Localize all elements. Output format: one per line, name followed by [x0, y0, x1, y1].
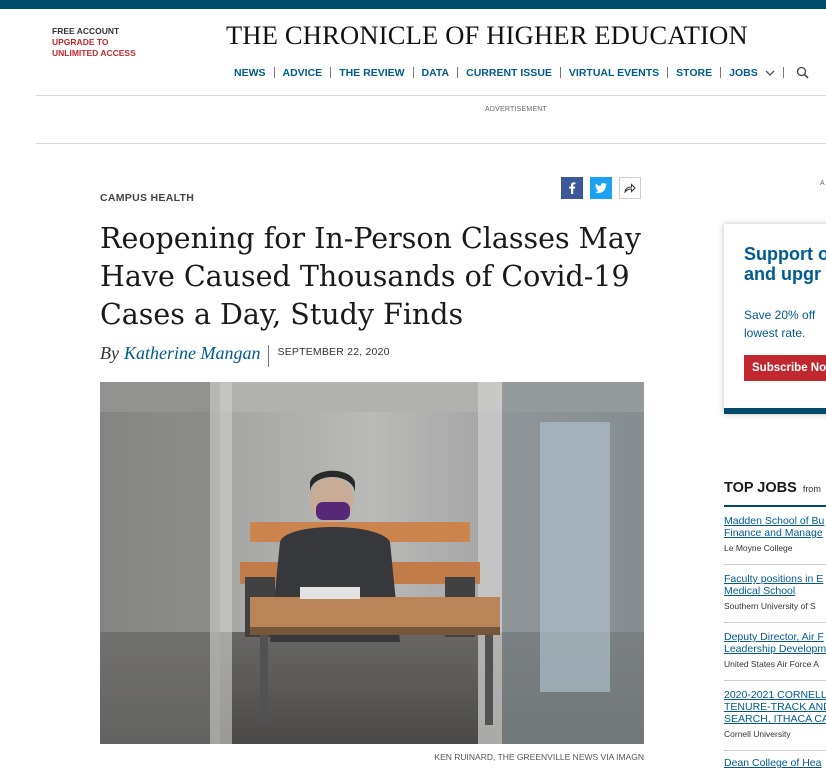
nav-divider: [330, 67, 332, 78]
job-title-line[interactable]: 2020-2021 CORNELL: [724, 689, 826, 701]
nav-divider: [782, 67, 784, 78]
nav-store[interactable]: STORE: [676, 67, 712, 79]
nav-virtual-events[interactable]: VIRTUAL EVENTS: [569, 67, 659, 79]
subscribe-button[interactable]: Subscribe No: [744, 355, 826, 381]
nav-data[interactable]: DATA: [422, 67, 450, 79]
article-photo: [100, 382, 644, 744]
job-divider: [724, 622, 826, 623]
promo-heading-line2: and upgr: [744, 264, 821, 284]
upgrade-link[interactable]: UPGRADE TO: [52, 37, 136, 48]
publish-date: SEPTEMBER 22, 2020: [277, 346, 390, 358]
share-more-button[interactable]: [619, 177, 641, 199]
nav-divider: [457, 67, 459, 78]
promo-heading: Support o and upgr: [744, 244, 826, 284]
ad-label: ADVERTISEMENT: [485, 106, 547, 113]
promo-heading-line1: Support o: [744, 244, 826, 264]
ad-divider: [36, 143, 826, 144]
top-jobs-divider: [724, 505, 826, 507]
nav-jobs[interactable]: JOBS: [729, 67, 758, 79]
chevron-down-icon[interactable]: [765, 68, 775, 78]
facebook-share-button[interactable]: [561, 177, 583, 199]
job-title-line[interactable]: Dean College of Hea: [724, 757, 826, 769]
sidebar-ad-label: A: [820, 180, 825, 187]
byline-divider: [268, 345, 270, 367]
nav-advice[interactable]: ADVICE: [283, 67, 323, 79]
twitter-share-button[interactable]: [590, 177, 612, 199]
job-title-line[interactable]: Faculty positions in E: [724, 573, 826, 585]
nav-divider: [273, 67, 275, 78]
share-icon: [624, 183, 636, 193]
job-divider: [724, 564, 826, 565]
promo-bottom-bar: [724, 408, 826, 414]
top-jobs-heading: TOP JOBS from: [724, 480, 821, 496]
job-employer: United States Air Force A: [724, 659, 819, 669]
search-icon[interactable]: [796, 66, 809, 79]
job-title-line[interactable]: TENURE-TRACK AND: [724, 701, 826, 713]
job-listing[interactable]: Dean College of Hea: [724, 757, 826, 769]
job-employer: Cornell University: [724, 729, 791, 739]
promo-body: Save 20% off lowest rate.: [744, 306, 815, 342]
job-title-line[interactable]: Leadership Developm: [724, 643, 826, 655]
job-listing[interactable]: Faculty positions in E Medical School So…: [724, 573, 826, 611]
free-account-link[interactable]: FREE ACCOUNT: [52, 26, 136, 37]
article-category[interactable]: CAMPUS HEALTH: [100, 192, 194, 204]
job-listing[interactable]: 2020-2021 CORNELL TENURE-TRACK AND SEARC…: [724, 689, 826, 739]
header-divider: [36, 95, 826, 96]
site-masthead[interactable]: THE CHRONICLE OF HIGHER EDUCATION: [226, 20, 748, 51]
byline: By Katherine Mangan SEPTEMBER 22, 2020: [100, 343, 390, 367]
article-headline: Reopening for In-Person Classes May Have…: [100, 222, 641, 331]
top-jobs-title: TOP JOBS: [724, 480, 797, 496]
job-divider: [724, 680, 826, 681]
nav-news[interactable]: NEWS: [234, 67, 266, 79]
job-title-line[interactable]: Madden School of Bu: [724, 515, 826, 527]
job-title-line[interactable]: Deputy Director, Air F: [724, 631, 826, 643]
subscribe-promo: Support o and upgr Save 20% off lowest r…: [724, 224, 826, 414]
top-strip: [0, 0, 826, 9]
promo-body-line2: lowest rate.: [744, 326, 806, 340]
job-listing[interactable]: Deputy Director, Air F Leadership Develo…: [724, 631, 826, 669]
job-title-line[interactable]: Finance and Manage: [724, 527, 826, 539]
job-title-line[interactable]: SEARCH, ITHACA CA: [724, 713, 826, 725]
nav-current-issue[interactable]: CURRENT ISSUE: [466, 67, 552, 79]
nav-divider: [412, 67, 414, 78]
nav-divider: [559, 67, 561, 78]
facebook-icon: [569, 182, 576, 194]
job-listing[interactable]: Madden School of Bu Finance and Manage L…: [724, 515, 826, 553]
job-title-line[interactable]: Medical School: [724, 585, 826, 597]
nav-divider: [720, 67, 722, 78]
photo-credit: KEN RUINARD, THE GREENVILLE NEWS VIA IMA…: [434, 752, 644, 762]
job-divider: [724, 750, 826, 751]
job-employer: Le Moyne College: [724, 543, 793, 553]
top-jobs-from: from: [802, 484, 821, 494]
byline-prefix: By: [100, 343, 119, 363]
twitter-icon: [595, 183, 607, 193]
job-employer: Southern University of S: [724, 601, 816, 611]
nav-the-review[interactable]: THE REVIEW: [339, 67, 404, 79]
author-link[interactable]: Katherine Mangan: [124, 343, 261, 364]
main-nav: NEWS ADVICE THE REVIEW DATA CURRENT ISSU…: [234, 66, 809, 79]
upgrade-link-line2[interactable]: UNLIMITED ACCESS: [52, 48, 136, 59]
nav-divider: [667, 67, 669, 78]
promo-body-line1: Save 20% off: [744, 308, 816, 322]
account-links[interactable]: FREE ACCOUNT UPGRADE TO UNLIMITED ACCESS: [52, 26, 136, 59]
